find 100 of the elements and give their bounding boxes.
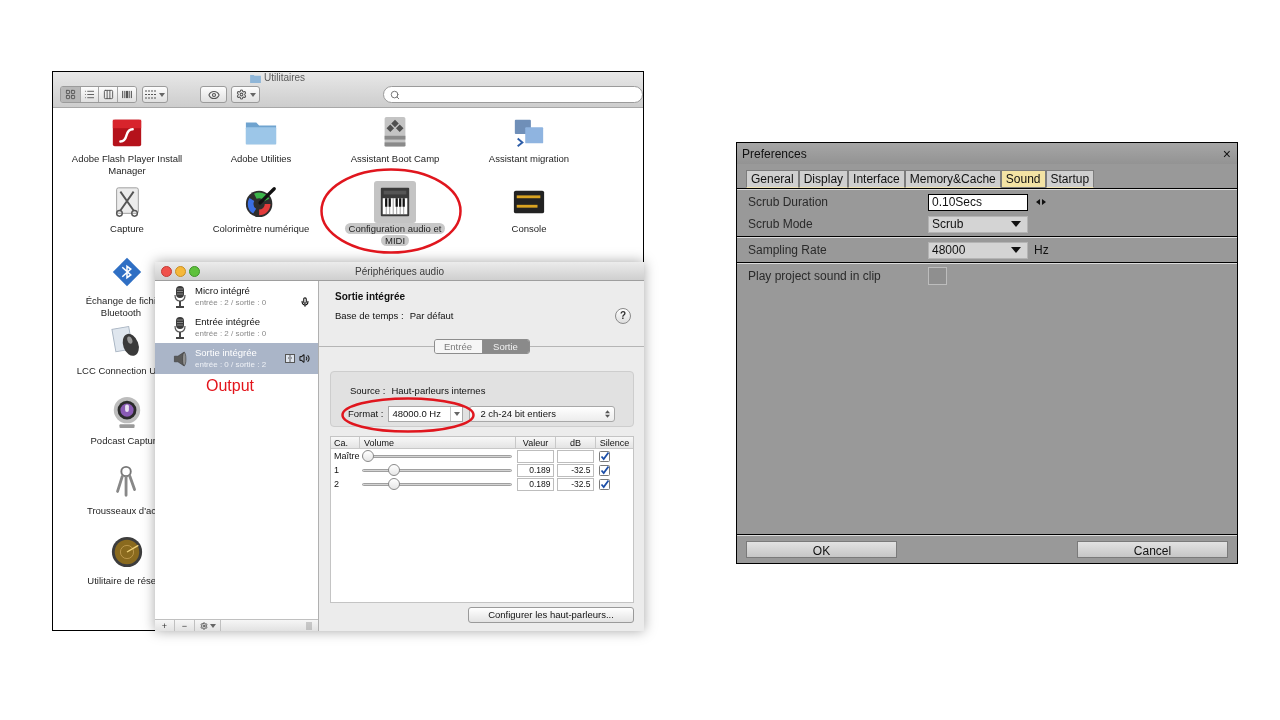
columns-icon bbox=[102, 89, 114, 100]
remove-button[interactable]: − bbox=[175, 620, 195, 631]
setting-label: Scrub Mode bbox=[748, 216, 814, 233]
file-label: Capture bbox=[110, 223, 144, 235]
file-label: Console bbox=[511, 223, 547, 235]
sample-rate-popup[interactable]: 48000.0 Hz bbox=[388, 406, 464, 422]
view-mode-button[interactable] bbox=[98, 87, 117, 102]
setting-label: Play project sound in clip bbox=[748, 268, 882, 285]
format-label: Format : bbox=[348, 406, 384, 421]
caret-icon bbox=[249, 92, 256, 97]
db-field[interactable]: -32.5 bbox=[556, 477, 594, 491]
db-field[interactable]: -32.5 bbox=[556, 463, 594, 477]
window-title: Périphériques audio bbox=[355, 264, 444, 279]
file-label: Échange de fichi Bluetooth bbox=[85, 295, 156, 319]
dropdown[interactable]: Scrub bbox=[928, 215, 1028, 233]
volume-slider[interactable] bbox=[362, 450, 512, 462]
caret-icon bbox=[159, 92, 166, 97]
file-label: Adobe Utilities bbox=[230, 153, 292, 165]
tab[interactable]: Entrée bbox=[434, 340, 482, 353]
radar-icon[interactable] bbox=[110, 535, 144, 569]
dropdown[interactable]: 48000 bbox=[928, 241, 1028, 259]
channel-name: 1 bbox=[333, 464, 340, 476]
db-field[interactable] bbox=[556, 449, 594, 463]
arrange-button[interactable] bbox=[141, 86, 169, 103]
caret-icon bbox=[1011, 247, 1021, 253]
quick-look-button[interactable] bbox=[200, 86, 228, 103]
file-label: Utilitaire de rése bbox=[87, 575, 156, 587]
channel-name: Maître bbox=[333, 450, 359, 462]
device-name: Entrée intégrée bbox=[195, 316, 261, 328]
value-field[interactable]: 0.189 bbox=[516, 463, 554, 477]
tab[interactable]: Startup bbox=[1045, 170, 1095, 188]
add-button[interactable]: + bbox=[155, 620, 175, 631]
tab[interactable]: Memory&Cache bbox=[904, 170, 1001, 188]
column-header[interactable]: dB bbox=[555, 437, 595, 448]
bluetooth-icon[interactable] bbox=[110, 255, 144, 289]
window-title: Utilitaires bbox=[264, 72, 306, 84]
microphone-icon bbox=[174, 284, 186, 309]
setting-label: Scrub Duration bbox=[748, 194, 830, 211]
up-down-arrows-icon bbox=[605, 410, 611, 418]
color-wheel-icon[interactable] bbox=[244, 185, 278, 219]
dialog-title: Preferences bbox=[742, 145, 807, 163]
volume-slider[interactable] bbox=[362, 478, 512, 490]
file-label: Adobe Flash Player Install Manager bbox=[71, 153, 183, 177]
help-button[interactable]: ? bbox=[615, 308, 631, 324]
list-icon bbox=[83, 89, 95, 100]
column-header[interactable]: Ca. bbox=[331, 437, 359, 448]
search-icon bbox=[390, 89, 400, 100]
ok-button[interactable]: OK bbox=[746, 541, 897, 558]
file-label: Assistant migration bbox=[488, 153, 570, 165]
configure-speakers-button[interactable]: Configurer les haut-parleurs... bbox=[468, 607, 634, 623]
close-button[interactable]: × bbox=[1222, 146, 1231, 161]
checkbox[interactable] bbox=[928, 267, 947, 285]
file-label: LCC Connection U bbox=[76, 365, 156, 377]
caret-icon bbox=[1011, 221, 1021, 227]
tab[interactable]: Display bbox=[798, 170, 849, 188]
search-field[interactable] bbox=[383, 86, 643, 103]
tab[interactable]: Interface bbox=[848, 170, 905, 188]
silence-checkbox[interactable] bbox=[599, 464, 610, 476]
setting-label: Sampling Rate bbox=[748, 242, 828, 259]
caret-icon bbox=[209, 623, 216, 628]
value-field[interactable] bbox=[516, 449, 554, 463]
silence-checkbox[interactable] bbox=[599, 450, 610, 462]
column-header[interactable]: Valeur bbox=[515, 437, 555, 448]
bit-depth-popup[interactable]: 2 ch-24 bit entiers bbox=[469, 406, 616, 422]
gear-icon bbox=[235, 89, 247, 100]
column-header[interactable]: Volume bbox=[359, 437, 515, 448]
clock-label: Base de temps : bbox=[335, 308, 404, 323]
slider-thumb[interactable] bbox=[388, 478, 401, 490]
grid-icon bbox=[64, 89, 76, 100]
tab[interactable]: General bbox=[746, 170, 799, 188]
gear-icon bbox=[199, 621, 208, 630]
cancel-button[interactable]: Cancel bbox=[1077, 541, 1228, 558]
device-channels: entrée : 2 / sortie : 0 bbox=[195, 297, 267, 308]
device-title: Sortie intégrée bbox=[334, 291, 407, 303]
value-field[interactable]: 0.189 bbox=[516, 477, 554, 491]
duration-field[interactable]: 0.10Secs bbox=[928, 193, 1028, 211]
file-label: Podcast Captur bbox=[90, 435, 156, 447]
source-value: Haut-parleurs internes bbox=[391, 383, 486, 398]
view-mode-button[interactable] bbox=[61, 87, 80, 102]
eye-icon bbox=[206, 88, 221, 101]
resize-grip-icon bbox=[306, 621, 312, 630]
file-label: Assistant Boot Camp bbox=[350, 153, 440, 165]
vertical-bars-icon bbox=[120, 90, 133, 99]
slider-thumb[interactable] bbox=[388, 464, 401, 476]
action-button[interactable] bbox=[231, 86, 260, 103]
tab[interactable]: Sound bbox=[1000, 170, 1046, 188]
device-name: Sortie intégrée bbox=[195, 347, 258, 359]
device-row[interactable]: Micro intégré entrée : 2 / sortie : 0 bbox=[155, 281, 318, 312]
unit-label: Hz bbox=[1034, 242, 1049, 259]
silence-checkbox[interactable] bbox=[599, 478, 610, 490]
column-header[interactable]: Silence bbox=[595, 437, 633, 448]
annotation-text: Output bbox=[205, 376, 256, 395]
volume-slider[interactable] bbox=[362, 464, 512, 476]
maximize-icon[interactable] bbox=[189, 265, 200, 277]
device-row[interactable]: Entrée intégrée entrée : 2 / sortie : 0 bbox=[155, 312, 318, 343]
piano-keyboard-icon[interactable] bbox=[374, 181, 416, 223]
file-label: Trousseaux d'ac bbox=[86, 505, 156, 517]
file-label: Colorimètre numérique bbox=[212, 223, 310, 235]
close-icon[interactable] bbox=[161, 265, 172, 277]
slider-thumb[interactable] bbox=[362, 450, 374, 462]
